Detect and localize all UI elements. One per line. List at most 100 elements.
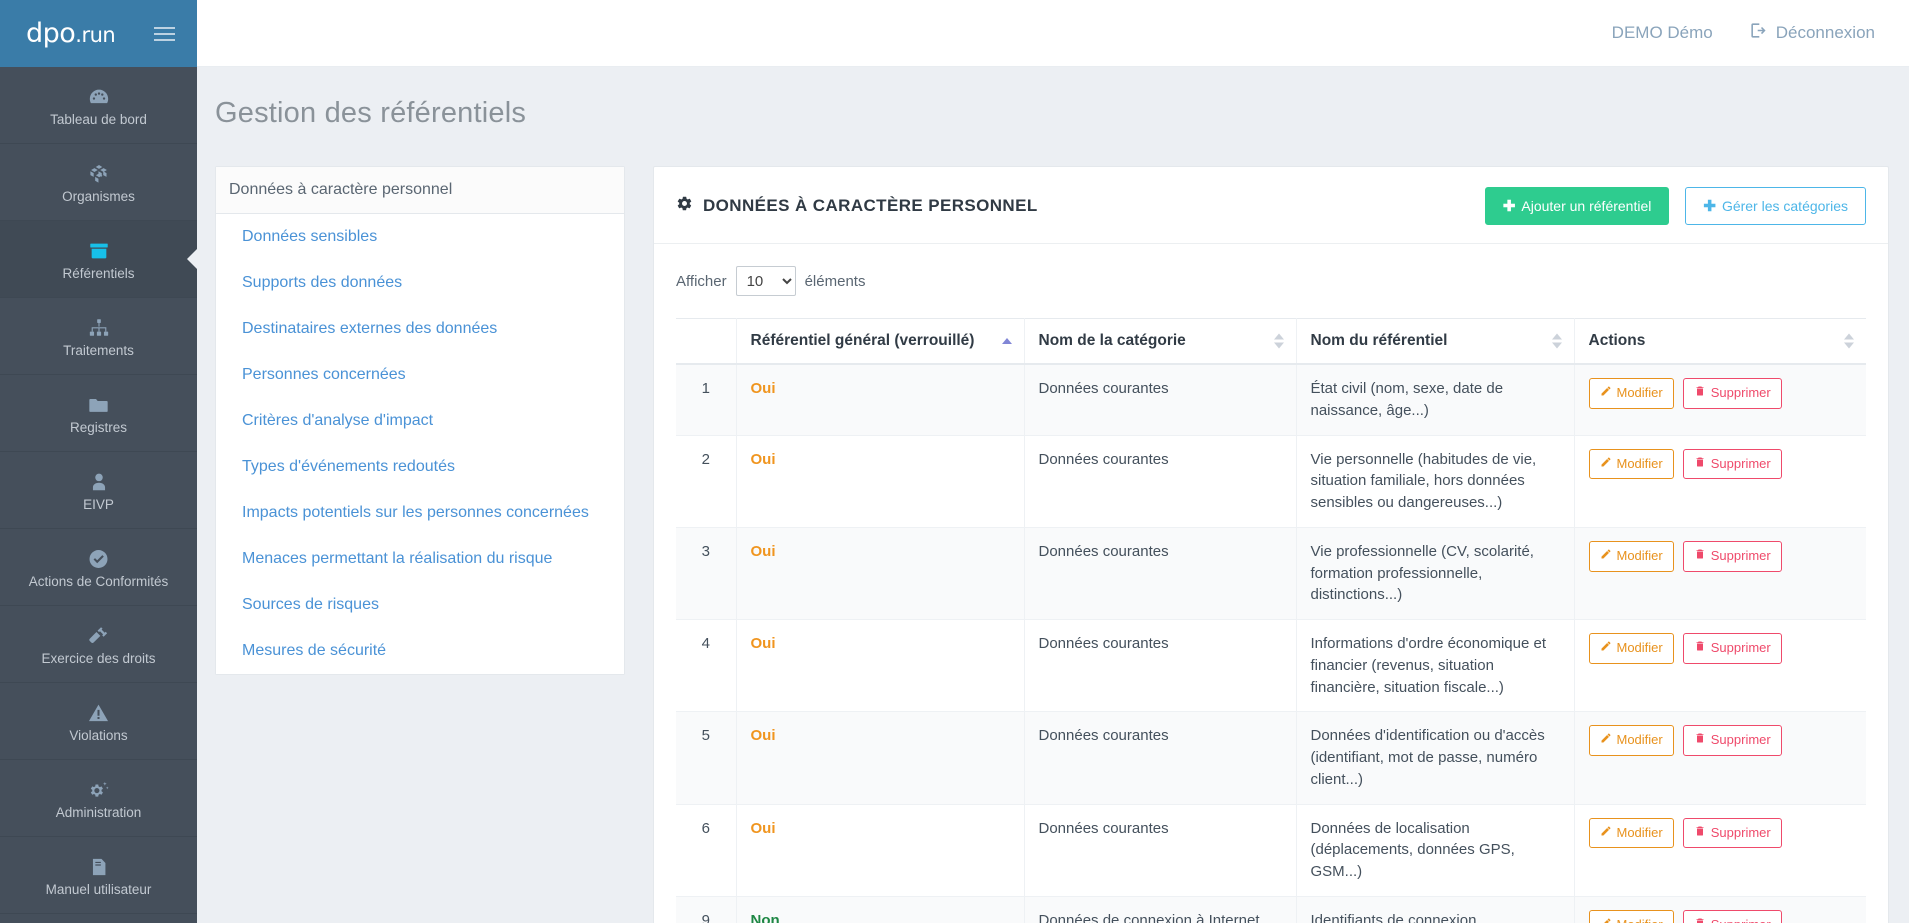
logo-suffix: .run — [75, 23, 116, 47]
trash-icon — [1694, 824, 1706, 843]
pencil-square-icon — [1600, 384, 1612, 403]
delete-label: Supprimer — [1710, 824, 1771, 840]
sidebar-item-actions-de-conformit-s[interactable]: Actions de Conformités — [0, 529, 197, 606]
row-name: Données d'identification ou d'accès (ide… — [1296, 711, 1575, 805]
sort-icon — [1551, 333, 1562, 349]
trash-icon — [1694, 455, 1706, 474]
referential-card: DONNÉES À CARACTÈRE PERSONNEL ✚ Ajouter … — [653, 166, 1889, 923]
sidebar-item-label: Administration — [55, 805, 142, 821]
delete-button[interactable]: Supprimer — [1682, 378, 1782, 409]
sidebar-item-label: Manuel utilisateur — [45, 882, 152, 898]
edit-button[interactable]: Modifier — [1588, 540, 1674, 572]
main-content: Gestion des référentiels Données à carac… — [197, 67, 1909, 923]
column-header-label: Nom du référentiel — [1310, 332, 1448, 349]
user-name-label: DEMO Démo — [1611, 23, 1713, 42]
delete-label: Supprimer — [1710, 640, 1771, 655]
row-general-flag: Oui — [736, 364, 1025, 436]
sidebar-item-manuel-utilisateur[interactable]: Manuel utilisateur — [0, 837, 197, 914]
row-general-flag: Oui — [736, 619, 1025, 713]
edit-button[interactable]: Modifier — [1588, 378, 1674, 409]
sidebar-item-registres[interactable]: Registres — [0, 375, 197, 452]
general-flag-value: Non — [750, 911, 780, 923]
sidebar-item-label: Traitements — [63, 343, 134, 359]
table-row: 6 Oui Données courantes Données de localisa… — [676, 804, 1866, 897]
referentials-table: Référentiel général (verrouillé) Nom de l… — [676, 318, 1866, 923]
user-name[interactable]: DEMO Démo — [1612, 23, 1713, 43]
edit-button[interactable]: Modifier — [1588, 633, 1674, 664]
column-header-r-f-rentiel-g-n-ral-verrouill[interactable]: Référentiel général (verrouillé) — [736, 318, 1025, 365]
row-general-flag: Oui — [736, 804, 1025, 897]
logout-button[interactable]: Déconnexion — [1749, 21, 1875, 45]
divider — [654, 243, 1888, 244]
edit-button[interactable]: Modifier — [1588, 817, 1674, 849]
edit-button[interactable]: Modifier — [1588, 725, 1674, 757]
edit-button[interactable]: Modifier — [1588, 909, 1674, 923]
pencil-square-icon — [1600, 639, 1612, 658]
row-category: Données courantes — [1024, 804, 1297, 897]
sidebar-item-administration[interactable]: Administration — [0, 760, 197, 837]
row-name: Identifiants de connexion — [1296, 896, 1575, 923]
delete-button[interactable]: Supprimer — [1682, 909, 1782, 923]
table-row: 5 Oui Données courantes Données d'identific… — [676, 711, 1866, 805]
delete-label: Supprimer — [1710, 385, 1771, 400]
sidebar-item-r-f-rentiels[interactable]: Référentiels — [0, 221, 198, 298]
edit-label: Modifier — [1616, 385, 1663, 400]
delete-button[interactable]: Supprimer — [1682, 633, 1782, 664]
column-header-index[interactable] — [676, 318, 737, 365]
referential-type-item-4[interactable]: Personnes concernées — [216, 352, 624, 398]
manage-categories-label: Gérer les catégories — [1721, 198, 1848, 214]
delete-button[interactable]: Supprimer — [1682, 725, 1782, 757]
sidebar-item-label: Violations — [69, 728, 128, 744]
sign-out-icon — [1749, 21, 1768, 45]
hamburger-icon[interactable] — [154, 23, 175, 45]
row-general-flag: Oui — [736, 527, 1025, 621]
column-header-label: Actions — [1588, 332, 1646, 349]
referential-type-item-5[interactable]: Critères d'analyse d'impact — [216, 398, 624, 444]
column-header-label: Nom de la catégorie — [1038, 332, 1186, 349]
delete-button[interactable]: Supprimer — [1682, 540, 1782, 572]
add-referential-button[interactable]: ✚ Ajouter un référentiel — [1484, 187, 1670, 225]
edit-label: Modifier — [1616, 547, 1663, 563]
edit-label: Modifier — [1616, 732, 1663, 748]
app-logo[interactable]: dpo.run — [26, 18, 116, 49]
column-header-nom-de-la-cat-gorie[interactable]: Nom de la catégorie — [1024, 318, 1297, 365]
pencil-square-icon — [1600, 731, 1612, 750]
referential-type-item-3[interactable]: Destinataires externes des données — [216, 306, 624, 352]
delete-button[interactable]: Supprimer — [1682, 817, 1782, 849]
sidebar-item-eivp[interactable]: EIVP — [0, 452, 197, 529]
sidebar-item-tableau-de-bord[interactable]: Tableau de bord — [0, 67, 197, 144]
column-header-nom-du-r-f-rentiel[interactable]: Nom du référentiel — [1296, 318, 1575, 365]
trash-icon — [1694, 384, 1706, 403]
row-category: Données courantes — [1024, 619, 1297, 713]
table-row: 9 Non Données de connexion à Internet Ident… — [676, 896, 1866, 923]
referential-type-item-10[interactable]: Mesures de sécurité — [216, 628, 624, 674]
row-index: 1 — [676, 364, 737, 436]
referential-type-item-8[interactable]: Menaces permettant la réalisation du ris… — [216, 536, 624, 582]
row-actions: Modifier Supprimer — [1574, 435, 1866, 528]
referential-type-item-0[interactable]: Données à caractère personnel — [216, 167, 624, 214]
folder-icon — [86, 390, 111, 416]
topbar: DEMO Démo Déconnexion — [197, 0, 1909, 67]
sidebar-item-traitements[interactable]: Traitements — [0, 298, 197, 375]
manage-categories-button[interactable]: ✚ Gérer les catégories — [1685, 187, 1866, 225]
row-actions: Modifier Supprimer — [1574, 896, 1866, 923]
referential-type-item-6[interactable]: Types d'événements redoutés — [216, 444, 624, 490]
row-actions: Modifier Supprimer — [1574, 619, 1866, 713]
row-name: Vie professionnelle (CV, scolarité, form… — [1296, 527, 1575, 621]
sidebar-item-violations[interactable]: Violations — [0, 683, 197, 760]
sidebar-item-exercice-des-droits[interactable]: Exercice des droits — [0, 606, 197, 683]
sidebar-item-label: EIVP — [83, 497, 114, 513]
sidebar-item-organismes[interactable]: Organismes — [0, 144, 197, 221]
sidebar-item-label: Exercice des droits — [41, 651, 156, 667]
referential-type-item-2[interactable]: Supports des données — [216, 260, 624, 306]
column-header-actions[interactable]: Actions — [1574, 318, 1866, 365]
delete-button[interactable]: Supprimer — [1682, 448, 1782, 480]
edit-button[interactable]: Modifier — [1588, 448, 1674, 480]
delete-label: Supprimer — [1710, 732, 1771, 748]
referential-type-item-9[interactable]: Sources de risques — [216, 582, 624, 628]
referential-type-item-7[interactable]: Impacts potentiels sur les personnes con… — [216, 490, 624, 536]
table-length-select[interactable]: 102550100 — [735, 266, 796, 296]
pencil-square-icon — [1600, 916, 1612, 923]
referential-type-item-1[interactable]: Données sensibles — [216, 214, 624, 260]
sidebar-item-label: Référentiels — [62, 266, 135, 282]
